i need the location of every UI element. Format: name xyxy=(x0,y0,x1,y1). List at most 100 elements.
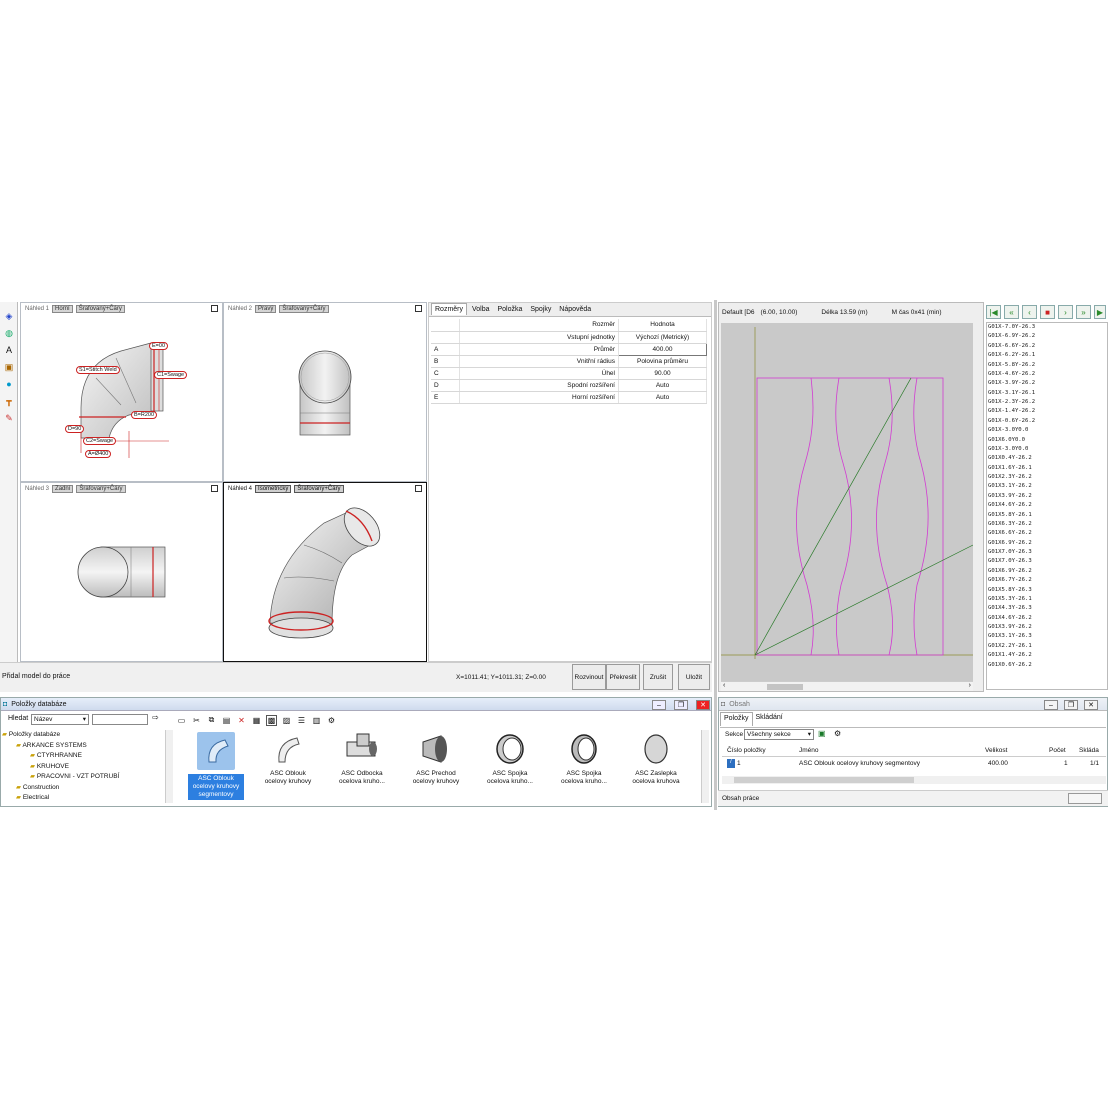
paint-icon[interactable]: ✎ xyxy=(3,412,15,424)
rewind-icon[interactable]: « xyxy=(1004,305,1019,319)
gcode-line[interactable]: G01X4.3Y-26.3 xyxy=(988,604,1107,613)
items-scrollbar[interactable] xyxy=(701,730,709,803)
gcode-line[interactable]: G01X5.8Y-26.3 xyxy=(988,586,1107,595)
row-value[interactable]: Auto xyxy=(618,391,707,404)
footer-field[interactable] xyxy=(1068,793,1102,804)
database-item[interactable]: ASC Prechod ocelovy kruhovy xyxy=(400,732,472,786)
restore-icon[interactable]: ❐ xyxy=(1064,700,1078,710)
small-icons-view-icon[interactable]: ▨ xyxy=(281,715,292,726)
options-icon[interactable]: ⚙ xyxy=(834,729,841,738)
gcode-line[interactable]: G01X-6.6Y-26.2 xyxy=(988,342,1107,351)
database-item[interactable]: ASC Odbocka ocelova kruho... xyxy=(326,732,398,786)
diameter-input[interactable]: 400.00 xyxy=(618,342,707,356)
gcode-line[interactable]: G01X1.4Y-26.2 xyxy=(988,651,1107,660)
gcode-line[interactable]: G01X-3.0Y0.0 xyxy=(988,426,1107,435)
tree-item[interactable]: ▰ PRACOVNI - VZT POTRUBÍ xyxy=(2,772,172,783)
database-item[interactable]: ASC Spojka ocelova kruho... xyxy=(548,732,620,786)
unfold-button[interactable]: Rozvinout xyxy=(572,664,606,690)
properties-icon[interactable]: ▦ xyxy=(251,715,262,726)
gcode-line[interactable]: G01X0.4Y-26.2 xyxy=(988,454,1107,463)
minimize-icon[interactable]: – xyxy=(1044,700,1058,710)
export-icon[interactable]: ▣ xyxy=(818,729,826,738)
settings-icon[interactable]: ⚙ xyxy=(326,715,337,726)
table-row[interactable]: D Spodní rozšíření Auto xyxy=(431,379,707,392)
search-input[interactable] xyxy=(92,714,148,725)
gcode-line[interactable]: G01X3.9Y-26.2 xyxy=(988,623,1107,632)
gcode-line[interactable]: G01X3.1Y-26.3 xyxy=(988,632,1107,641)
tab-dimensions[interactable]: Rozměry xyxy=(431,303,468,315)
viewport-4[interactable]: Náhled 4 Isometrický Šrafovaný+Čáry xyxy=(223,482,427,662)
tab-items[interactable]: Položky xyxy=(720,712,753,726)
database-item[interactable]: ASC Spojka ocelova kruho... xyxy=(474,732,546,786)
tree-item[interactable]: ▰ CTYRHRANNE xyxy=(2,751,172,762)
tree-item[interactable]: ▰ Položky databáze xyxy=(2,730,172,741)
first-icon[interactable]: |◀ xyxy=(986,305,1001,319)
scroll-thumb[interactable] xyxy=(734,777,914,783)
search-mode-select[interactable]: Název ▾ xyxy=(31,714,89,725)
list-view-icon[interactable]: ☰ xyxy=(296,715,307,726)
gcode-line[interactable]: G01X-3.1Y-26.1 xyxy=(988,389,1107,398)
table-row[interactable]: Vstupní jednotky Výchozí (Metrický) xyxy=(431,331,707,344)
delete-icon[interactable]: ✕ xyxy=(236,715,247,726)
gcode-line[interactable]: G01X6.9Y-26.2 xyxy=(988,539,1107,548)
gcode-line[interactable]: G01X-0.6Y-26.2 xyxy=(988,417,1107,426)
table-row[interactable]: / 1 ASC Oblouk ocelovy kruhovy segmentov… xyxy=(722,758,1106,770)
previous-icon[interactable]: ‹ xyxy=(1022,305,1037,319)
table-row[interactable]: A Průměr 400.00 xyxy=(431,342,707,356)
scroll-left-icon[interactable]: ‹ xyxy=(723,682,725,689)
gcode-list[interactable]: G01X-7.0Y-26.3 G01X-6.9Y-26.2 G01X-6.6Y-26… xyxy=(986,322,1108,690)
contents-scrollbar[interactable] xyxy=(722,776,1106,784)
database-item[interactable]: ASC Oblouk ocelovy kruhovy xyxy=(252,732,324,786)
tree-item[interactable]: ▰ Construction xyxy=(2,783,172,794)
large-icons-view-icon[interactable]: ▩ xyxy=(266,714,277,726)
gcode-line[interactable]: G01X-6.9Y-26.2 xyxy=(988,332,1107,341)
splitter[interactable] xyxy=(714,300,717,810)
row-value[interactable]: 90.00 xyxy=(618,367,707,380)
gcode-line[interactable]: G01X6.9Y-26.2 xyxy=(988,567,1107,576)
cancel-button[interactable]: Zrušit xyxy=(643,664,673,690)
database-item[interactable]: ASC Zaslepka ocelova kruhova xyxy=(620,732,692,786)
sphere-icon[interactable]: ● xyxy=(3,378,15,390)
gcode-line[interactable]: G01X-3.0Y0.0 xyxy=(988,445,1107,454)
viewport-2[interactable]: Náhled 2 Pravý Šrafovaný+Čáry xyxy=(223,302,427,482)
chevron-down-icon[interactable]: ▾ xyxy=(808,730,811,739)
gcode-line[interactable]: G01X7.0Y-26.3 xyxy=(988,557,1107,566)
gcode-line[interactable]: G01X5.3Y-26.1 xyxy=(988,595,1107,604)
viewport-3[interactable]: Náhled 3 Zadní Šrafovaný+Čáry xyxy=(20,482,223,662)
gcode-line[interactable]: G01X-2.3Y-26.2 xyxy=(988,398,1107,407)
gcode-line[interactable]: G01X-7.0Y-26.3 xyxy=(988,323,1107,332)
text-icon[interactable]: A xyxy=(3,344,15,356)
gcode-line[interactable]: G01X3.9Y-26.2 xyxy=(988,492,1107,501)
row-value[interactable]: Polovina průměru xyxy=(618,355,707,368)
gcode-line[interactable]: G01X-3.9Y-26.2 xyxy=(988,379,1107,388)
globe-icon[interactable]: ◍ xyxy=(3,327,15,339)
gcode-line[interactable]: G01X6.7Y-26.2 xyxy=(988,576,1107,585)
restore-icon[interactable]: ❐ xyxy=(674,700,688,710)
gcode-line[interactable]: G01X2.2Y-26.1 xyxy=(988,642,1107,651)
cube-icon[interactable]: ◈ xyxy=(3,310,15,322)
table-row[interactable]: C Úhel 90.00 xyxy=(431,367,707,380)
tab-options[interactable]: Volba xyxy=(469,304,493,315)
copy-icon[interactable]: ⧉ xyxy=(206,715,217,726)
play-icon[interactable]: ▶ xyxy=(1094,305,1106,319)
minimize-icon[interactable]: – xyxy=(652,700,666,710)
tab-help[interactable]: Nápověda xyxy=(556,304,594,315)
nesting-canvas[interactable] xyxy=(721,323,973,683)
gcode-line[interactable]: G01X0.6Y-26.2 xyxy=(988,661,1107,670)
close-icon[interactable]: ✕ xyxy=(696,700,710,710)
tree-item[interactable]: ▰ Electrical xyxy=(2,793,172,804)
gcode-line[interactable]: G01X5.8Y-26.1 xyxy=(988,511,1107,520)
gcode-line[interactable]: G01X6.6Y-26.2 xyxy=(988,529,1107,538)
tab-item[interactable]: Položka xyxy=(494,304,525,315)
scroll-right-icon[interactable]: › xyxy=(969,682,971,689)
viewport-1[interactable]: Náhled 1 Horní Šrafovaný+Čáry E=00 S1=Stit… xyxy=(20,302,223,482)
gcode-line[interactable]: G01X4.6Y-26.2 xyxy=(988,501,1107,510)
tab-nesting[interactable]: Skládání xyxy=(753,712,786,726)
gcode-line[interactable]: G01X7.0Y-26.3 xyxy=(988,548,1107,557)
image-icon[interactable]: ▣ xyxy=(3,361,15,373)
gcode-line[interactable]: G01X6.0Y0.0 xyxy=(988,436,1107,445)
database-item[interactable]: ASC Oblouk ocelovy kruhovy segmentovy xyxy=(180,732,252,800)
gcode-line[interactable]: G01X-1.4Y-26.2 xyxy=(988,407,1107,416)
horizontal-scrollbar[interactable]: ‹ › xyxy=(721,681,973,691)
fast-forward-icon[interactable]: » xyxy=(1076,305,1091,319)
